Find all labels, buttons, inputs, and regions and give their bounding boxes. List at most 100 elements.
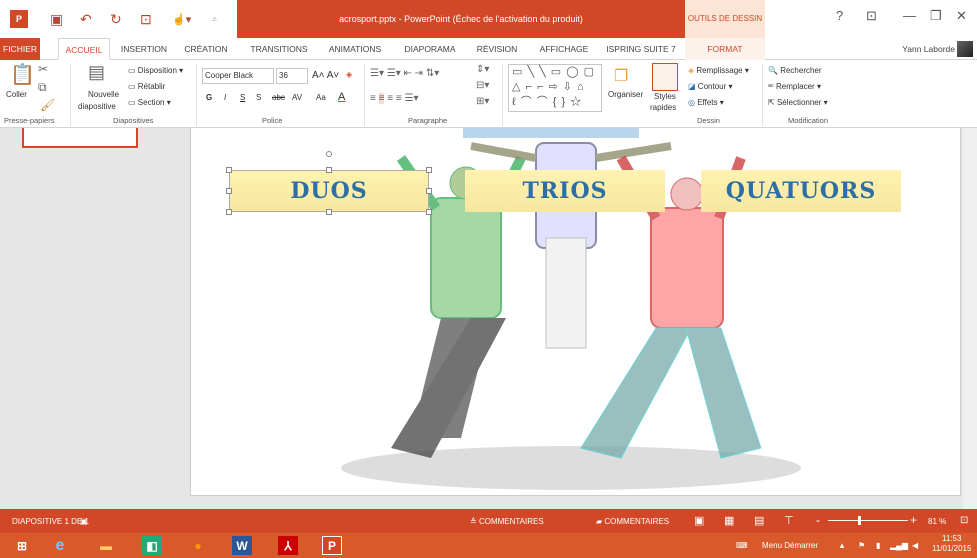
normal-view-icon[interactable]: ▣: [694, 514, 704, 527]
clear-format-icon[interactable]: ◈: [346, 70, 352, 79]
shape-fill-button[interactable]: ◈ Remplissage ▾: [688, 66, 749, 75]
arrange-icon[interactable]: ❐: [614, 66, 628, 86]
network-icon[interactable]: ▂▄▆: [890, 541, 908, 550]
clock[interactable]: 11:53 11/01/2015: [932, 534, 971, 554]
notes-button[interactable]: ≙ COMMENTAIRES: [470, 517, 544, 526]
underline-button[interactable]: S: [240, 93, 245, 102]
paste-button[interactable]: Coller: [6, 90, 27, 99]
new-slide-label-1[interactable]: Nouvelle: [88, 90, 119, 99]
shadow-button[interactable]: S: [256, 93, 261, 102]
find-button[interactable]: 🔍 Rechercher: [768, 66, 822, 75]
customize-toolbar-icon[interactable]: ⩡: [212, 10, 217, 28]
fit-slide-icon[interactable]: ⊡: [960, 515, 968, 526]
help-button[interactable]: ?: [836, 8, 843, 23]
resize-handle[interactable]: [426, 188, 432, 194]
slideshow-icon[interactable]: ⊤: [784, 514, 794, 527]
resize-handle[interactable]: [426, 167, 432, 173]
trios-textbox[interactable]: TRIOS: [465, 170, 665, 212]
user-name[interactable]: Yann Laborde: [902, 44, 955, 54]
smartart-icon[interactable]: ⊞▾: [476, 96, 489, 107]
replace-button[interactable]: ᵃᶜ Remplacer ▾: [768, 82, 821, 91]
keyboard-icon[interactable]: ⌨: [736, 541, 748, 550]
shape-outline-button[interactable]: ◪ Contour ▾: [688, 82, 733, 91]
shape-effects-button[interactable]: ◎ Effets ▾: [688, 98, 724, 107]
grow-font-icon[interactable]: A˄ A˅: [312, 70, 339, 81]
presentation-icon[interactable]: ⊡: [140, 10, 152, 28]
store-icon[interactable]: ◧: [142, 536, 162, 555]
layout-button[interactable]: ▭ Disposition ▾: [128, 66, 183, 75]
tab-revision[interactable]: RÉVISION: [472, 38, 522, 60]
word-icon[interactable]: W: [232, 536, 252, 555]
quick-styles-label-1[interactable]: Styles: [654, 92, 676, 101]
tab-fichier[interactable]: FICHIER: [0, 38, 40, 60]
slide-thumbnail-panel[interactable]: [0, 128, 190, 509]
zoom-in-icon[interactable]: +: [910, 513, 917, 527]
resize-handle[interactable]: [426, 209, 432, 215]
quick-styles-icon[interactable]: [652, 63, 678, 91]
reading-view-icon[interactable]: ▤: [754, 514, 764, 527]
resize-handle[interactable]: [326, 209, 332, 215]
format-painter-icon[interactable]: 🖌: [40, 98, 55, 112]
align-text-icon[interactable]: ⊟▾: [476, 80, 489, 91]
flag-icon[interactable]: ⚑: [858, 541, 865, 550]
shapes-gallery[interactable]: ▭ ╲ ╲ ▭ ◯ ▢ △ ⌐ ⌐ ⇨ ⇩ ⌂ ℓ ⌒ ⌒ { } ☆: [508, 64, 602, 112]
slide-sorter-icon[interactable]: ▦: [724, 514, 734, 527]
char-spacing-button[interactable]: AV: [292, 93, 302, 102]
new-slide-icon[interactable]: ▤: [88, 62, 105, 83]
cut-icon[interactable]: ✂: [38, 62, 48, 76]
tab-creation[interactable]: CRÉATION: [180, 38, 232, 60]
font-size-select[interactable]: 36: [276, 68, 308, 84]
slide-canvas[interactable]: DUOS TRIOS QUATUORS: [190, 128, 961, 496]
italic-button[interactable]: I: [224, 93, 226, 102]
tab-accueil[interactable]: ACCUEIL: [58, 38, 110, 60]
battery-icon[interactable]: ▮: [876, 541, 880, 550]
resize-handle[interactable]: [326, 167, 332, 173]
section-button[interactable]: ▭ Section ▾: [128, 98, 171, 107]
ribbon-display-icon[interactable]: ⊡: [866, 8, 877, 24]
font-name-select[interactable]: Cooper Black: [202, 68, 274, 84]
rotate-handle-icon[interactable]: [326, 151, 332, 157]
text-direction-icon[interactable]: ⇕▾: [476, 64, 489, 75]
change-case-button[interactable]: Aa: [316, 93, 326, 102]
bold-button[interactable]: G: [206, 93, 212, 102]
zoom-slider-thumb[interactable]: [858, 516, 861, 525]
select-button[interactable]: ⇱ Sélectionner ▾: [768, 98, 828, 107]
close-icon[interactable]: ✕: [956, 8, 967, 24]
resize-handle[interactable]: [226, 188, 232, 194]
bullets-icon[interactable]: ☰▾ ☰▾ ⇤ ⇥ ⇅▾: [370, 68, 439, 79]
undo-icon[interactable]: ↶: [80, 10, 92, 28]
align-icons[interactable]: ≡ ≡ ≡ ≡ ☰▾: [370, 93, 418, 104]
firefox-icon[interactable]: ●: [188, 536, 208, 555]
internet-explorer-icon[interactable]: e: [50, 536, 70, 555]
slide-thumbnail[interactable]: [22, 128, 138, 148]
tab-format[interactable]: FORMAT: [685, 38, 765, 60]
font-color-button[interactable]: A: [338, 91, 345, 103]
redo-icon[interactable]: ↻: [110, 10, 122, 28]
zoom-slider[interactable]: [828, 520, 908, 521]
new-slide-label-2[interactable]: diapositive: [78, 102, 116, 111]
save-icon[interactable]: ▣: [50, 10, 63, 28]
minimize-icon[interactable]: —: [903, 8, 916, 23]
strikethrough-button[interactable]: abc: [272, 93, 285, 102]
tray-chevron-icon[interactable]: ▲: [838, 541, 846, 550]
tab-transitions[interactable]: TRANSITIONS: [246, 38, 312, 60]
restore-icon[interactable]: ❐: [930, 8, 942, 24]
comments-button[interactable]: ▰ COMMENTAIRES: [596, 517, 669, 526]
windows-start-icon[interactable]: ⊞: [12, 536, 32, 555]
reset-button[interactable]: ▭ Rétablir: [128, 82, 165, 91]
volume-icon[interactable]: ◀: [912, 541, 918, 550]
resize-handle[interactable]: [226, 167, 232, 173]
acrobat-icon[interactable]: ⅄: [278, 536, 298, 555]
arrange-button[interactable]: Organiser: [608, 90, 643, 99]
tab-animations[interactable]: ANIMATIONS: [322, 38, 388, 60]
vertical-scrollbar[interactable]: [963, 128, 977, 509]
quatuors-textbox[interactable]: QUATUORS: [701, 170, 901, 212]
tab-ispring[interactable]: ISPRING SUITE 7: [604, 38, 678, 60]
quick-styles-label-2[interactable]: rapides: [650, 103, 676, 112]
paste-icon[interactable]: 📋: [10, 62, 35, 87]
copy-icon[interactable]: ⧉: [38, 80, 47, 95]
powerpoint-taskbar-icon[interactable]: P: [322, 536, 342, 555]
zoom-out-icon[interactable]: -: [816, 513, 820, 527]
file-explorer-icon[interactable]: ▬: [96, 536, 116, 555]
resize-handle[interactable]: [226, 209, 232, 215]
